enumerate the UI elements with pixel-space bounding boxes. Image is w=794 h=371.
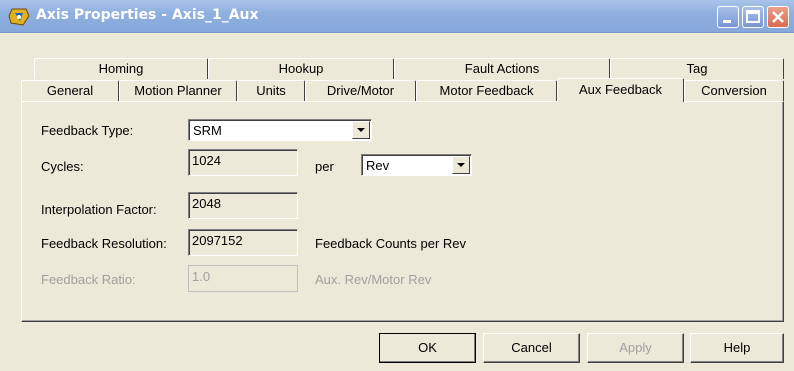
tab-fault-actions[interactable]: Fault Actions [394,58,610,79]
tab-hookup[interactable]: Hookup [208,58,394,79]
chevron-down-icon [357,128,365,132]
feedback-resolution-unit: Feedback Counts per Rev [315,236,467,251]
feedback-ratio-input: 1.0 [188,265,298,292]
feedback-type-label: Feedback Type: [41,123,134,138]
minimize-icon [723,20,731,23]
tab-drive-motor[interactable]: Drive/Motor [305,80,416,101]
feedback-ratio-label: Feedback Ratio: [41,272,136,287]
axis-properties-icon [8,7,30,27]
dropdown-button[interactable] [352,121,370,139]
tab-homing[interactable]: Homing [34,58,208,79]
interpolation-factor-label: Interpolation Factor: [41,202,157,217]
maximize-icon [746,10,760,23]
cycles-unit-select[interactable]: Rev [361,154,472,176]
axis-properties-dialog: Axis Properties - Axis_1_Aux Homing Hook… [0,0,794,371]
tab-motion-planner[interactable]: Motion Planner [119,80,237,101]
feedback-type-select[interactable]: SRM [188,119,372,141]
tab-motor-feedback[interactable]: Motor Feedback [416,80,557,101]
cycles-input[interactable]: 1024 [188,149,298,176]
interpolation-factor-input[interactable]: 2048 [188,192,298,219]
maximize-button[interactable] [742,6,764,28]
cycles-label: Cycles: [41,159,84,174]
title-bar[interactable]: Axis Properties - Axis_1_Aux [0,0,794,33]
aux-feedback-panel: Feedback Type: SRM Cycles: 1024 per Rev … [21,101,784,322]
apply-button[interactable]: Apply [587,333,684,363]
chevron-down-icon [457,163,465,167]
tab-aux-feedback[interactable]: Aux Feedback [557,78,684,102]
close-button[interactable] [767,6,789,28]
per-label: per [315,159,334,174]
cancel-button[interactable]: Cancel [483,333,580,363]
close-icon [772,11,784,23]
cycles-unit-value: Rev [366,158,390,173]
tab-general[interactable]: General [21,80,119,101]
feedback-resolution-label: Feedback Resolution: [41,236,167,251]
help-button[interactable]: Help [690,333,784,363]
feedback-ratio-unit: Aux. Rev/Motor Rev [315,272,432,287]
minimize-button[interactable] [717,6,739,28]
ok-button[interactable]: OK [379,333,476,363]
feedback-resolution-input[interactable]: 2097152 [188,229,298,256]
feedback-type-value: SRM [193,123,222,138]
tab-units[interactable]: Units [237,80,305,101]
window-title: Axis Properties - Axis_1_Aux [36,7,259,23]
dropdown-button[interactable] [452,156,470,174]
tab-tag[interactable]: Tag [610,58,784,79]
tab-conversion[interactable]: Conversion [684,80,784,101]
